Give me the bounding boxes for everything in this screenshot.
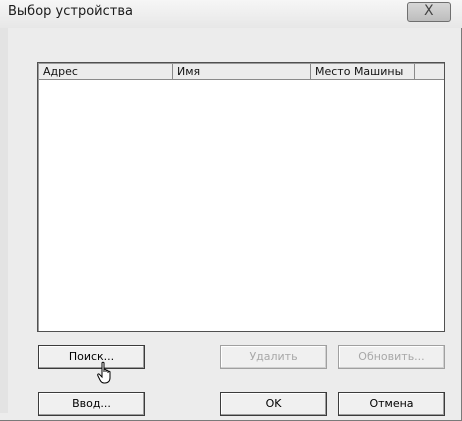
ok-button[interactable]: OK bbox=[220, 392, 327, 416]
refresh-button[interactable]: Обновить... bbox=[338, 345, 445, 369]
close-icon: X bbox=[424, 3, 434, 19]
enter-button-label: Ввод... bbox=[72, 397, 111, 410]
column-header-name[interactable]: Имя bbox=[173, 64, 311, 79]
title-bar[interactable]: Выбор устройства X bbox=[0, 0, 462, 28]
cancel-button[interactable]: Отмена bbox=[338, 392, 445, 416]
list-header: Адрес Имя Место Машины bbox=[39, 64, 444, 80]
window-left-border bbox=[0, 28, 8, 413]
delete-button[interactable]: Удалить bbox=[220, 345, 327, 369]
hand-pointer-icon bbox=[97, 361, 111, 384]
column-header-address[interactable]: Адрес bbox=[39, 64, 173, 79]
device-selection-dialog: Выбор устройства X Адрес Имя Место Машин… bbox=[0, 0, 462, 421]
search-button[interactable]: Поиск... bbox=[38, 345, 145, 369]
enter-button[interactable]: Ввод... bbox=[38, 392, 145, 416]
delete-button-label: Удалить bbox=[249, 350, 298, 363]
column-header-location[interactable]: Место Машины bbox=[311, 64, 415, 79]
refresh-button-label: Обновить... bbox=[358, 350, 425, 363]
cancel-button-label: Отмена bbox=[369, 397, 414, 410]
close-button[interactable]: X bbox=[407, 2, 451, 22]
device-list[interactable]: Адрес Имя Место Машины bbox=[37, 62, 445, 332]
window-title: Выбор устройства bbox=[8, 4, 133, 19]
ok-button-label: OK bbox=[265, 397, 282, 410]
